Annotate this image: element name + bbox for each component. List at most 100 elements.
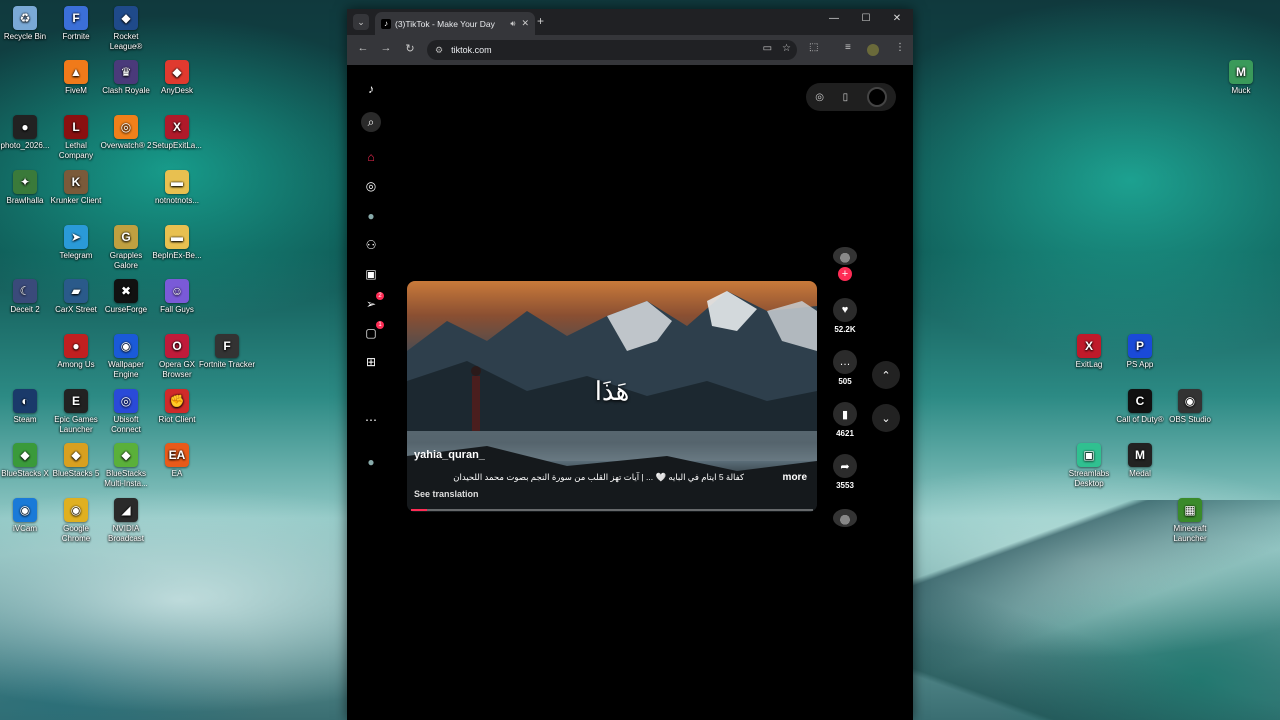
desktop-icon[interactable]: M Medal — [1112, 443, 1168, 479]
follow-plus-icon[interactable]: + — [838, 267, 852, 281]
desktop-icon[interactable]: ✊ Riot Client — [149, 389, 205, 425]
more-icon[interactable]: ⋯ — [361, 410, 381, 430]
desktop-icon[interactable]: ◉ Wallpaper Engine — [98, 334, 154, 380]
desktop-icon[interactable]: L Lethal Company — [48, 115, 104, 161]
desktop-icon[interactable]: ▣ Streamlabs Desktop — [1061, 443, 1117, 489]
desktop-icon[interactable]: C Call of Duty® — [1112, 389, 1168, 425]
desktop-icon[interactable]: ◆ BlueStacks X — [0, 443, 53, 479]
desktop-icon-label: Brawlhalla — [6, 196, 44, 205]
desktop-icon[interactable]: ◆ BlueStacks Multi-Insta... — [98, 443, 154, 489]
search-icon[interactable]: ⌕ — [361, 112, 381, 132]
desktop-icon[interactable]: E Epic Games Launcher — [48, 389, 104, 435]
site-info-icon[interactable]: ⚙ — [435, 45, 443, 56]
tab-close-icon[interactable]: ✕ — [521, 18, 529, 29]
back-button[interactable]: ← — [355, 42, 371, 54]
address-bar[interactable]: ⚙ tiktok.com ▭ ☆ — [427, 40, 797, 60]
menu-dots-icon[interactable]: ⋮ — [895, 42, 905, 53]
comment-button[interactable]: … 505 — [827, 350, 863, 386]
desktop-icon[interactable]: ▬ BepInEx-Be... — [149, 225, 205, 261]
desktop-icon[interactable]: ◎ Overwatch® 2 — [98, 115, 154, 151]
tab-search-button[interactable]: ⌄ — [353, 14, 369, 30]
desktop-icon[interactable]: ➤ Telegram — [48, 225, 104, 261]
desktop-icon[interactable]: ◢ NVIDIA Broadcast — [98, 498, 154, 544]
forward-button[interactable]: → — [378, 42, 394, 54]
like-button[interactable]: ♥ 52.2K — [827, 298, 863, 334]
close-window-button[interactable]: ✕ — [882, 13, 912, 24]
tiktok-logo-icon[interactable]: ♪ — [361, 79, 381, 99]
desktop-icon[interactable]: G Grapples Galore — [98, 225, 154, 271]
media-controls-icon[interactable]: ≡ — [845, 42, 851, 53]
messages-icon[interactable]: ➢ 2 — [361, 292, 384, 314]
desktop-icon[interactable]: ▬ notnotnots... — [149, 170, 205, 206]
inbox-icon[interactable]: ▢ 1 — [361, 321, 384, 343]
share-button[interactable]: ➦ 3553 — [827, 454, 863, 490]
tab-title: (3)TikTok - Make Your Day — [395, 18, 495, 29]
music-disc[interactable] — [827, 509, 863, 527]
desktop-icon[interactable]: ◉ iVCam — [0, 498, 53, 534]
desktop-icon-label: NVIDIA Broadcast — [107, 524, 145, 543]
next-video-button[interactable]: ⌄ — [872, 404, 900, 432]
desktop-icon[interactable]: K Krunker Client — [48, 170, 104, 206]
compass-icon[interactable]: ◎ — [815, 92, 824, 103]
desktop-icon[interactable]: ◆ BlueStacks 5 — [48, 443, 104, 479]
previous-video-button[interactable]: ⌃ — [872, 361, 900, 389]
bluestacks-multi-icon: ◆ — [114, 443, 138, 467]
friends-icon[interactable]: ⚇ — [361, 235, 381, 255]
desktop-icon[interactable]: ✖ CurseForge — [98, 279, 154, 315]
maximize-button[interactable]: ☐ — [851, 13, 881, 24]
desktop-icon[interactable]: ☾ Deceit 2 — [0, 279, 53, 315]
desktop-icon[interactable]: X ExitLag — [1061, 334, 1117, 370]
video-author[interactable]: yahia_quran_ — [414, 449, 485, 461]
desktop-icon[interactable]: ✦ Brawlhalla — [0, 170, 53, 206]
minimize-button[interactable]: — — [819, 13, 849, 24]
desktop-icon[interactable]: ● Among Us — [48, 334, 104, 370]
desktop-icon[interactable]: ◆ Rocket League® — [98, 6, 154, 52]
desktop-icon[interactable]: EA EA — [149, 443, 205, 479]
desktop-icon[interactable]: O Opera GX Browser — [149, 334, 205, 380]
extensions-icon[interactable]: ⬚ — [809, 42, 818, 53]
creator-avatar[interactable]: + — [827, 247, 863, 281]
profile-avatar[interactable] — [867, 44, 879, 56]
tiktok-favicon-icon: ♪ — [381, 18, 391, 29]
desktop-icon[interactable]: P PS App — [1112, 334, 1168, 370]
tab-tiktok[interactable]: ♪ (3)TikTok - Make Your Day 🔊︎ ✕ — [375, 12, 535, 35]
desktop-icon[interactable]: ● photo_2026... — [0, 115, 53, 151]
desktop-icon[interactable]: ▲ FiveM — [48, 60, 104, 96]
save-button[interactable]: ▮ 4621 — [827, 402, 863, 438]
home-icon[interactable]: ⌂ — [361, 147, 381, 167]
desktop-icon[interactable]: ◐ Steam — [0, 389, 53, 425]
speaker-icon[interactable]: 🔊︎ — [510, 19, 515, 29]
desktop-icon[interactable]: ◉ Google Chrome — [48, 498, 104, 544]
phone-icon[interactable]: ▯ — [843, 92, 849, 103]
desktop-icon[interactable]: ◎ Ubisoft Connect — [98, 389, 154, 435]
desktop-icon[interactable]: M Muck — [1213, 60, 1269, 96]
more-button[interactable]: more — [783, 472, 807, 483]
upload-icon[interactable]: ⊞ — [361, 352, 381, 372]
profile-avatar-icon[interactable]: ● — [361, 452, 381, 472]
video-progress-bar[interactable] — [411, 509, 813, 511]
desktop-icon-label: Wallpaper Engine — [108, 360, 144, 379]
record-button[interactable] — [866, 87, 887, 107]
url-text: tiktok.com — [451, 45, 492, 55]
new-tab-button[interactable]: + — [537, 14, 544, 28]
cast-icon[interactable]: ▭ — [763, 43, 772, 54]
explore-icon[interactable]: ◎ — [361, 176, 381, 196]
desktop-icon[interactable]: F Fortnite — [48, 6, 104, 42]
desktop-icon[interactable]: ▦ Minecraft Launcher — [1162, 498, 1218, 544]
bookmark-star-icon[interactable]: ☆ — [782, 43, 791, 54]
desktop-icon-label: Deceit 2 — [10, 305, 40, 314]
desktop-icon[interactable]: ♻ Recycle Bin — [0, 6, 53, 42]
desktop-icon[interactable]: ☺ Fall Guys — [149, 279, 205, 315]
following-avatar-icon[interactable]: ● — [361, 206, 381, 226]
desktop-icon[interactable]: ◉ OBS Studio — [1162, 389, 1218, 425]
video-player[interactable]: هَذَا yahia_quran_ كفالة 5 ايتام في البا… — [407, 281, 817, 512]
reload-button[interactable]: ↻ — [402, 42, 418, 55]
desktop-icon[interactable]: ◆ AnyDesk — [149, 60, 205, 96]
desktop-icon[interactable]: F Fortnite Tracker — [199, 334, 255, 370]
desktop-icon[interactable]: ♛ Clash Royale — [98, 60, 154, 96]
live-icon[interactable]: ▣ — [361, 264, 381, 284]
desktop-icon[interactable]: ▰ CarX Street — [48, 279, 104, 315]
carx-street-icon: ▰ — [64, 279, 88, 303]
see-translation-link[interactable]: See translation — [414, 489, 479, 499]
desktop-icon[interactable]: X SetupExitLa... — [149, 115, 205, 151]
